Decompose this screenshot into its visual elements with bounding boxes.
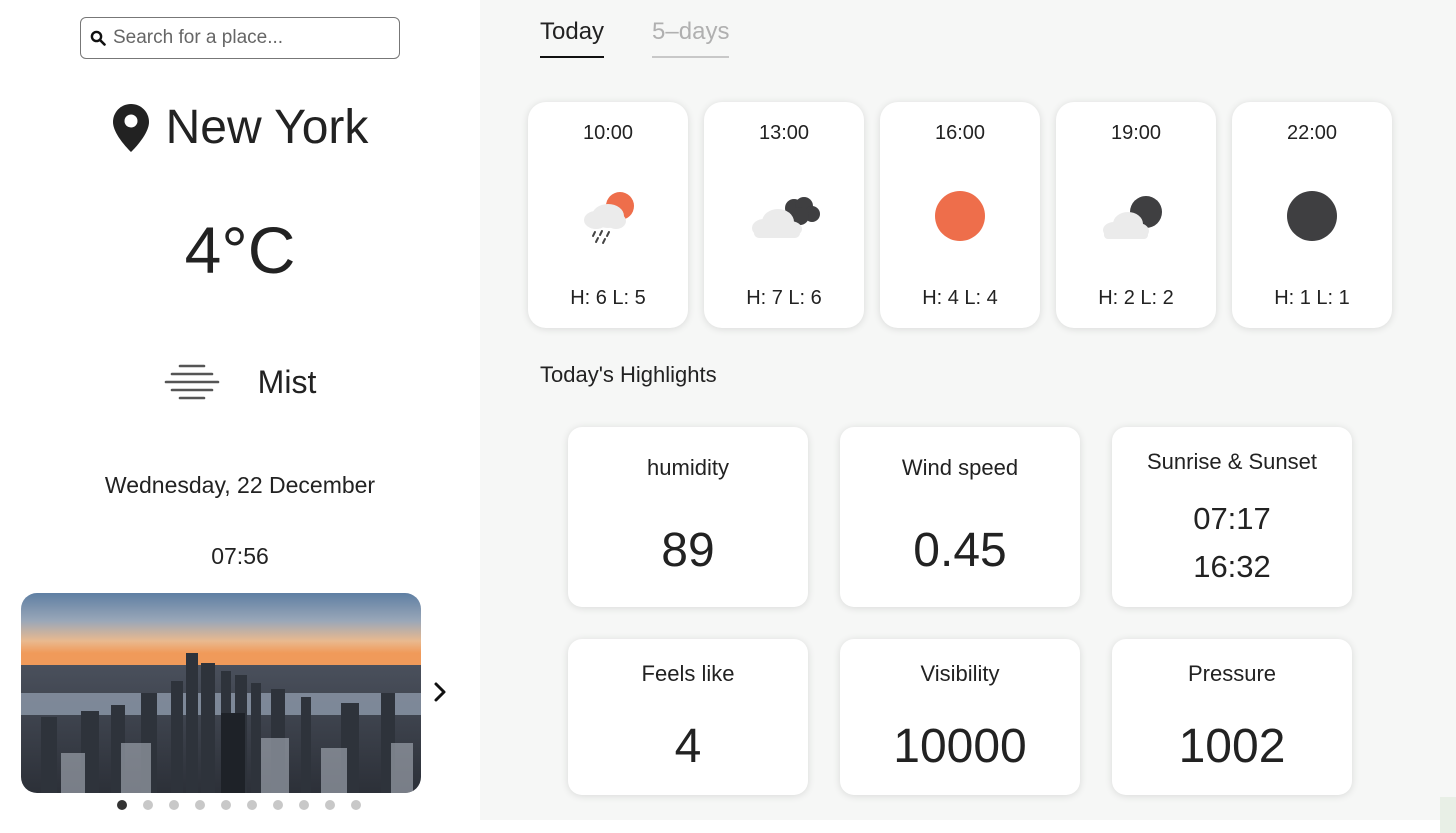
sunrise-sunset-card: Sunrise & Sunset 07:17 16:32: [1112, 427, 1352, 607]
hourly-forecast: 10:00 H: 6 L: 5 13:00 H: 7 L: 6 16:00 H:…: [528, 102, 1392, 328]
current-temperature: 4°C: [184, 213, 296, 287]
hourly-high-low: H: 1 L: 1: [1274, 287, 1350, 309]
wind-speed-card: Wind speed 0.45: [840, 427, 1080, 607]
hourly-time: 16:00: [934, 122, 986, 144]
condition-label: Mist: [257, 363, 317, 400]
humidity-value: 89: [661, 524, 715, 577]
sunrise-sunset-label: Sunrise & Sunset: [1147, 449, 1317, 474]
carousel-dot[interactable]: [273, 800, 283, 810]
hourly-time: 10:00: [582, 122, 634, 144]
carousel-dot[interactable]: [351, 800, 361, 810]
tab-5-days[interactable]: 5–days: [652, 18, 730, 58]
carousel-dots: [117, 800, 361, 810]
hourly-high-low: H: 4 L: 4: [922, 287, 998, 309]
corner-decoration: [1440, 797, 1456, 833]
hourly-card: 22:00 H: 1 L: 1: [1232, 102, 1392, 328]
highlights-title: Today's Highlights: [540, 362, 717, 387]
tab-bar: Today 5–days: [540, 18, 730, 58]
hourly-high-low: H: 6 L: 5: [570, 287, 646, 309]
hourly-high-low: H: 2 L: 2: [1098, 287, 1174, 309]
carousel-dot[interactable]: [143, 800, 153, 810]
feels-like-value: 4: [674, 720, 702, 773]
clear-sun-icon: [920, 184, 1000, 248]
partly-cloudy-night-icon: [1096, 184, 1176, 248]
hourly-time: 13:00: [758, 122, 810, 144]
carousel-dot[interactable]: [325, 800, 335, 810]
pressure-value: 1002: [1178, 720, 1286, 773]
visibility-label: Visibility: [920, 661, 1000, 686]
humidity-label: humidity: [647, 455, 729, 480]
hourly-high-low: H: 7 L: 6: [746, 287, 822, 309]
right-panel: Today 5–days 10:00 H: 6 L: 5 13:00 H: 7 …: [480, 0, 1456, 820]
chevron-right-icon: [434, 682, 446, 702]
visibility-card: Visibility 10000: [840, 639, 1080, 795]
current-condition: Mist: [0, 360, 480, 404]
carousel-next-button[interactable]: [428, 678, 452, 706]
current-time: 07:56: [211, 543, 269, 569]
carousel-dot[interactable]: [299, 800, 309, 810]
humidity-card: humidity 89: [568, 427, 808, 607]
pressure-card: Pressure 1002: [1112, 639, 1352, 795]
search-input[interactable]: [113, 27, 393, 49]
feels-like-label: Feels like: [641, 661, 735, 686]
mist-icon: [164, 360, 220, 404]
tab-today[interactable]: Today: [540, 18, 605, 58]
highlights-grid: humidity 89 Wind speed 0.45 Sunrise & Su…: [568, 427, 1352, 795]
location-header: New York: [0, 100, 480, 155]
city-name: New York: [165, 101, 369, 154]
carousel-dot[interactable]: [195, 800, 205, 810]
left-panel: New York 4°C Mist Wednesday, 22 December…: [0, 0, 480, 833]
carousel-dot[interactable]: [247, 800, 257, 810]
search-icon: [89, 29, 107, 47]
carousel-dot[interactable]: [169, 800, 179, 810]
rain-sun-icon: [568, 184, 648, 248]
feels-like-card: Feels like 4: [568, 639, 808, 795]
clear-night-icon: [1272, 184, 1352, 248]
visibility-value: 10000: [893, 720, 1027, 773]
city-photo: [21, 593, 421, 793]
sunset-time: 16:32: [1193, 549, 1271, 584]
hourly-card: 19:00 H: 2 L: 2: [1056, 102, 1216, 328]
carousel-dot[interactable]: [117, 800, 127, 810]
hourly-time: 19:00: [1110, 122, 1162, 144]
pressure-label: Pressure: [1187, 661, 1277, 686]
hourly-time: 22:00: [1286, 122, 1338, 144]
wind-speed-label: Wind speed: [901, 455, 1019, 480]
cloudy-icon: [744, 184, 824, 248]
sunrise-time: 07:17: [1193, 501, 1271, 536]
current-date: Wednesday, 22 December: [104, 472, 376, 498]
hourly-card: 10:00 H: 6 L: 5: [528, 102, 688, 328]
carousel-dot[interactable]: [221, 800, 231, 810]
hourly-card: 16:00 H: 4 L: 4: [880, 102, 1040, 328]
hourly-card: 13:00 H: 7 L: 6: [704, 102, 864, 328]
wind-speed-value: 0.45: [913, 524, 1007, 577]
location-pin-icon: [112, 103, 150, 153]
search-box[interactable]: [80, 17, 400, 59]
